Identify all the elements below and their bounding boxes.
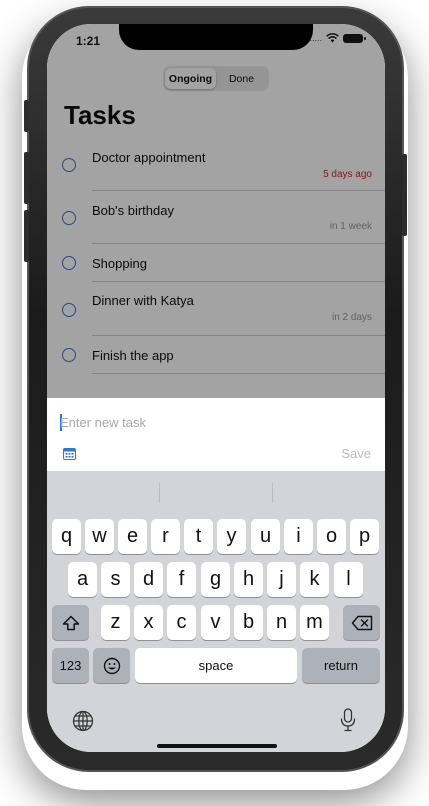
key-z[interactable]: z xyxy=(101,605,130,640)
numbers-key[interactable]: 123 xyxy=(52,648,89,683)
status-icons: ..... xyxy=(309,33,366,43)
key-w[interactable]: w xyxy=(85,519,114,554)
new-task-input[interactable] xyxy=(60,411,360,433)
home-indicator xyxy=(157,744,277,748)
key-s[interactable]: s xyxy=(101,562,130,597)
key-d[interactable]: d xyxy=(134,562,163,597)
new-task-panel: Save xyxy=(47,398,385,471)
key-h[interactable]: h xyxy=(234,562,263,597)
space-key[interactable]: space xyxy=(135,648,297,683)
status-time: 1:21 xyxy=(76,34,101,48)
delete-icon xyxy=(351,615,372,630)
silent-switch xyxy=(24,100,29,132)
key-o[interactable]: o xyxy=(317,519,346,554)
key-u[interactable]: u xyxy=(251,519,280,554)
key-l[interactable]: l xyxy=(334,562,363,597)
shift-icon xyxy=(62,615,79,630)
key-t[interactable]: t xyxy=(184,519,213,554)
wifi-icon xyxy=(326,33,339,43)
key-n[interactable]: n xyxy=(267,605,296,640)
key-g[interactable]: g xyxy=(201,562,230,597)
battery-icon xyxy=(343,33,366,43)
notch xyxy=(119,24,313,50)
key-b[interactable]: b xyxy=(234,605,263,640)
volume-up-button xyxy=(24,152,29,204)
keyboard: q w e r t y u i o p a s d f g h j k l z … xyxy=(47,471,385,752)
key-r[interactable]: r xyxy=(151,519,180,554)
save-button[interactable]: Save xyxy=(341,446,371,461)
key-q[interactable]: q xyxy=(52,519,81,554)
microphone-icon[interactable] xyxy=(340,708,356,732)
key-c[interactable]: c xyxy=(167,605,196,640)
emoji-icon xyxy=(103,657,120,674)
dim-overlay[interactable] xyxy=(47,24,385,398)
delete-key[interactable] xyxy=(343,605,380,640)
volume-down-button xyxy=(24,210,29,262)
suggestion-divider xyxy=(159,483,160,503)
emoji-key[interactable] xyxy=(93,648,130,683)
key-k[interactable]: k xyxy=(300,562,329,597)
key-a[interactable]: a xyxy=(68,562,97,597)
power-button xyxy=(402,154,407,236)
key-j[interactable]: j xyxy=(267,562,296,597)
suggestion-divider xyxy=(272,483,273,503)
key-f[interactable]: f xyxy=(167,562,196,597)
key-i[interactable]: i xyxy=(284,519,313,554)
signal-icon: ..... xyxy=(309,33,322,43)
screen: 1:21 ..... Ongoing Done Tasks Doctor app… xyxy=(47,24,385,752)
globe-icon[interactable] xyxy=(72,710,94,732)
key-p[interactable]: p xyxy=(350,519,379,554)
shift-key[interactable] xyxy=(52,605,89,640)
key-x[interactable]: x xyxy=(134,605,163,640)
key-e[interactable]: e xyxy=(118,519,147,554)
key-v[interactable]: v xyxy=(201,605,230,640)
key-m[interactable]: m xyxy=(300,605,329,640)
return-key[interactable]: return xyxy=(302,648,380,683)
key-y[interactable]: y xyxy=(217,519,246,554)
calendar-icon[interactable] xyxy=(63,448,76,460)
